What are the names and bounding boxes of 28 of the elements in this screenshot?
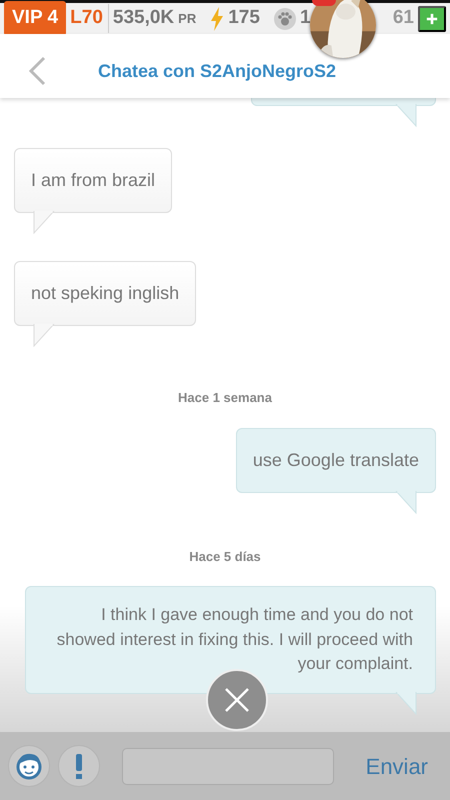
timestamp: Hace 1 semana xyxy=(178,389,272,407)
chat-title: Chatea con S2AnjoNegroS2 xyxy=(98,60,336,83)
face-icon xyxy=(15,752,43,780)
report-button[interactable] xyxy=(58,745,100,787)
paw-icon xyxy=(274,8,296,30)
plus-icon xyxy=(426,12,438,26)
level-label: L70 xyxy=(70,4,109,33)
points-value: 535,0K xyxy=(112,6,174,30)
sticker-button[interactable] xyxy=(8,745,50,787)
notification-badge xyxy=(312,0,336,6)
coins-value: 61 xyxy=(392,6,414,30)
back-icon[interactable] xyxy=(28,56,46,86)
lightning-icon xyxy=(210,6,224,30)
paw-count: 1 xyxy=(300,6,311,30)
message-text: not speking inglish xyxy=(31,283,180,303)
close-icon xyxy=(224,687,250,713)
message-text: use Google translate xyxy=(252,450,419,470)
add-button[interactable] xyxy=(418,6,446,32)
message-input[interactable] xyxy=(122,748,334,784)
send-button[interactable]: Enviar xyxy=(366,750,442,782)
vip-badge: VIP 4 xyxy=(4,1,66,36)
timestamp: Hace 5 días xyxy=(189,548,261,566)
message-text: I am from brazil xyxy=(31,170,156,190)
points-unit: PR xyxy=(178,10,196,28)
message-text: I think I gave enough time and you do not showed interest in fixing this. I will proceed with your complaint. xyxy=(56,605,413,674)
exclamation-icon xyxy=(74,752,84,780)
energy-value: 175 xyxy=(228,6,260,30)
bubble-tail xyxy=(394,104,418,128)
